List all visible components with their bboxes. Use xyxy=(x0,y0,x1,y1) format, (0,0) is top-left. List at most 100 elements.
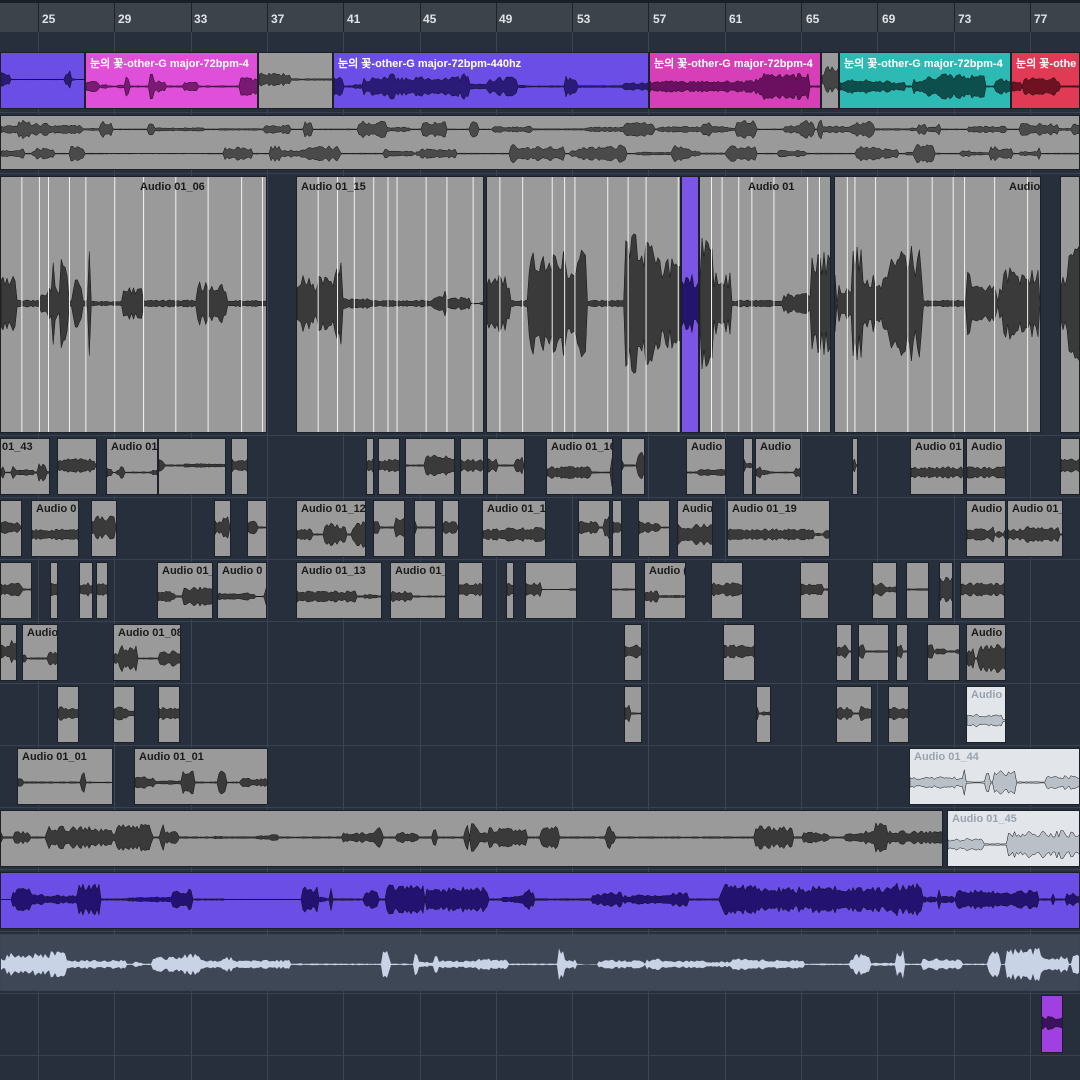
audio-event[interactable] xyxy=(414,500,436,557)
audio-event[interactable]: Audio 01_ xyxy=(157,562,213,619)
audio-event[interactable] xyxy=(0,562,32,619)
audio-event[interactable] xyxy=(525,562,577,619)
audio-event[interactable]: Audio 01_15 xyxy=(296,176,484,433)
audio-event[interactable] xyxy=(960,562,1005,619)
audio-event[interactable] xyxy=(79,562,93,619)
audio-event[interactable] xyxy=(0,52,85,109)
audio-event[interactable] xyxy=(638,500,670,557)
audio-event[interactable]: Audio xyxy=(834,176,1041,433)
audio-event[interactable] xyxy=(939,562,953,619)
audio-event[interactable] xyxy=(836,624,852,681)
audio-event[interactable]: Audio xyxy=(966,500,1006,557)
audio-event[interactable]: Audio 0 xyxy=(31,500,79,557)
audio-event[interactable] xyxy=(621,438,645,495)
audio-event[interactable] xyxy=(158,438,226,495)
audio-event[interactable]: Audio 01 xyxy=(910,438,964,495)
audio-event[interactable] xyxy=(405,438,455,495)
audio-event[interactable] xyxy=(624,624,642,681)
audio-event[interactable]: Audio 01_01 xyxy=(134,748,268,805)
audio-event[interactable]: Audio xyxy=(686,438,726,495)
audio-event[interactable]: Audio 01_08 xyxy=(113,624,181,681)
audio-event[interactable]: 01_43 xyxy=(0,438,50,495)
audio-event[interactable] xyxy=(836,686,872,743)
audio-event[interactable] xyxy=(906,562,929,619)
audio-event[interactable] xyxy=(711,562,743,619)
audio-event[interactable]: Audio 01_06 xyxy=(0,176,267,433)
audio-event[interactable]: Audio 01 xyxy=(106,438,158,495)
audio-event[interactable] xyxy=(487,438,525,495)
audio-event[interactable] xyxy=(57,438,97,495)
audio-event-selected[interactable] xyxy=(681,176,699,433)
audio-event[interactable] xyxy=(378,438,400,495)
audio-event[interactable]: Audio 01_13 xyxy=(296,562,382,619)
audio-event[interactable] xyxy=(50,562,58,619)
audio-event[interactable]: Audio xyxy=(677,500,713,557)
audio-event[interactable]: Audio 01_12 xyxy=(296,500,366,557)
audio-event[interactable]: 눈의 꽃-othe xyxy=(1011,52,1080,109)
audio-lane[interactable] xyxy=(0,934,1080,991)
audio-event[interactable] xyxy=(611,562,636,619)
audio-event[interactable]: Audio 01_ xyxy=(1007,500,1063,557)
timeline-ruler[interactable]: 25 29 33 37 41 45 49 53 57 61 65 69 73 7… xyxy=(0,0,1080,32)
audio-event[interactable]: Audio 01_1 xyxy=(482,500,546,557)
audio-event[interactable] xyxy=(0,500,22,557)
audio-event[interactable] xyxy=(442,500,459,557)
audio-event[interactable]: Audio 01_ xyxy=(390,562,446,619)
audio-event-inactive[interactable]: Audio xyxy=(966,686,1006,743)
audio-event[interactable] xyxy=(872,562,897,619)
audio-event[interactable] xyxy=(896,624,908,681)
audio-event[interactable] xyxy=(578,500,610,557)
audio-event[interactable] xyxy=(888,686,909,743)
audio-event[interactable] xyxy=(247,500,267,557)
audio-event[interactable]: Audio 01_19 xyxy=(727,500,830,557)
audio-event[interactable] xyxy=(0,872,1080,929)
audio-event[interactable]: Audio ( xyxy=(644,562,686,619)
audio-event[interactable]: Audio xyxy=(966,438,1006,495)
audio-event[interactable]: Audio 01_16 xyxy=(546,438,613,495)
audio-event[interactable] xyxy=(0,115,1080,170)
audio-event[interactable] xyxy=(756,686,771,743)
audio-event[interactable] xyxy=(1060,438,1080,495)
audio-event[interactable] xyxy=(96,562,108,619)
audio-event[interactable] xyxy=(743,438,753,495)
audio-event[interactable]: 눈의 꽃-other-G major-72bpm-4 xyxy=(839,52,1011,109)
audio-event[interactable]: Audio xyxy=(755,438,801,495)
audio-event[interactable] xyxy=(0,624,17,681)
audio-event[interactable]: 눈의 꽃-other-G major-72bpm-4 xyxy=(85,52,258,109)
audio-event[interactable] xyxy=(231,438,248,495)
audio-event[interactable] xyxy=(113,686,135,743)
audio-event[interactable] xyxy=(57,686,79,743)
audio-event-inactive[interactable]: Audio 01_45 xyxy=(947,810,1080,867)
audio-event[interactable] xyxy=(800,562,829,619)
audio-event[interactable] xyxy=(723,624,755,681)
audio-event[interactable] xyxy=(612,500,622,557)
audio-event[interactable] xyxy=(1041,995,1063,1053)
audio-event[interactable]: 눈의 꽃-other-G major-72bpm-4 xyxy=(649,52,821,109)
audio-event[interactable] xyxy=(852,438,858,495)
audio-event[interactable]: Audio 0 xyxy=(217,562,267,619)
audio-event[interactable] xyxy=(0,810,943,867)
audio-event[interactable] xyxy=(258,52,333,109)
audio-event[interactable] xyxy=(821,52,839,109)
audio-event[interactable]: Audio 01 xyxy=(699,176,831,433)
waveform xyxy=(840,73,1010,100)
audio-event[interactable] xyxy=(158,686,180,743)
audio-event[interactable] xyxy=(366,438,374,495)
audio-event[interactable] xyxy=(858,624,889,681)
audio-event[interactable] xyxy=(624,686,642,743)
audio-event[interactable] xyxy=(927,624,960,681)
audio-event[interactable]: Audio xyxy=(22,624,58,681)
audio-event[interactable] xyxy=(214,500,231,557)
audio-event[interactable] xyxy=(373,500,405,557)
audio-event-inactive[interactable]: Audio 01_44 xyxy=(909,748,1080,805)
audio-event[interactable] xyxy=(1060,176,1080,433)
waveform xyxy=(612,588,635,591)
audio-event[interactable] xyxy=(458,562,483,619)
audio-event[interactable] xyxy=(91,500,117,557)
audio-event[interactable]: Audio xyxy=(966,624,1006,681)
audio-event[interactable] xyxy=(506,562,514,619)
audio-event[interactable]: 눈의 꽃-other-G major-72bpm-440hz xyxy=(333,52,649,109)
audio-event[interactable] xyxy=(486,176,681,433)
audio-event[interactable]: Audio 01_01 xyxy=(17,748,113,805)
audio-event[interactable] xyxy=(460,438,484,495)
